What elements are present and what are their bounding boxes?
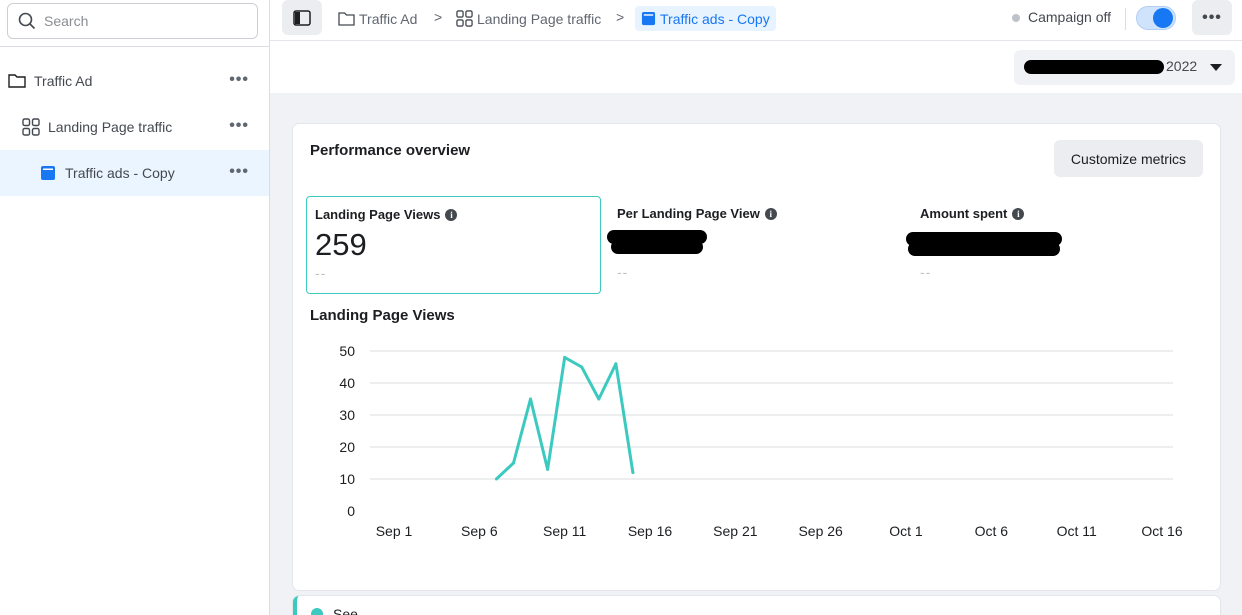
- y-tick-label: 30: [339, 407, 355, 423]
- metric-value: 259: [315, 227, 367, 262]
- data-point[interactable]: [580, 365, 584, 369]
- x-tick-label: Oct 16: [1141, 523, 1182, 539]
- breadcrumb-label: Landing Page traffic: [477, 10, 602, 27]
- data-point[interactable]: [511, 461, 515, 465]
- data-point[interactable]: [631, 471, 635, 475]
- breadcrumb-ad[interactable]: Traffic ads - Copy: [635, 6, 776, 31]
- main-content: Performance overview Customize metrics L…: [270, 93, 1242, 615]
- y-tick-label: 20: [339, 439, 355, 455]
- status-dot-icon: [1012, 14, 1020, 22]
- campaign-toggle[interactable]: [1136, 6, 1176, 30]
- data-point[interactable]: [563, 355, 567, 359]
- breadcrumb-ad-set[interactable]: Landing Page traffic: [456, 6, 601, 31]
- x-tick-label: Oct 11: [1057, 523, 1097, 539]
- x-tick-label: Sep 16: [628, 523, 673, 539]
- metric-label-text: Landing Page Views: [315, 207, 441, 222]
- date-range-year: 2022: [1166, 58, 1198, 74]
- sidebar: Traffic Ad ••• Landing Page traffic ••• …: [0, 0, 270, 615]
- customize-metrics-button[interactable]: Customize metrics: [1054, 140, 1203, 177]
- sidebar-panel-icon: [293, 9, 311, 26]
- ad-square-icon: [39, 164, 57, 182]
- metric-per-landing-page-view[interactable]: Per Landing Page View i --: [607, 196, 904, 294]
- sidebar-item-campaign[interactable]: Traffic Ad •••: [0, 58, 269, 104]
- top-bar: Traffic Ad > Landing Page traffic > Traf…: [270, 0, 1242, 41]
- sidebar-item-ad[interactable]: Traffic ads - Copy •••: [0, 150, 269, 196]
- y-tick-label: 0: [347, 503, 355, 519]
- date-range-select[interactable]: 2022: [1014, 50, 1235, 85]
- search-input[interactable]: [44, 13, 244, 29]
- metric-label: Landing Page Views i: [315, 207, 458, 222]
- toggle-sidebar-button[interactable]: [282, 0, 322, 35]
- metric-amount-spent[interactable]: Amount spent i --: [906, 196, 1207, 294]
- next-card-text: See: [333, 606, 358, 615]
- info-icon[interactable]: i: [764, 207, 777, 220]
- card-title: Performance overview: [310, 142, 471, 159]
- next-card: See: [293, 596, 1220, 615]
- x-tick-label: Sep 11: [543, 523, 587, 539]
- x-tick-label: Sep 6: [461, 523, 498, 539]
- sidebar-item-label: Traffic ads - Copy: [65, 165, 175, 181]
- sidebar-item-label: Traffic Ad: [34, 73, 93, 89]
- data-point[interactable]: [529, 397, 533, 401]
- breadcrumb-campaign[interactable]: Traffic Ad: [338, 6, 417, 31]
- data-point[interactable]: [494, 477, 498, 481]
- data-point[interactable]: [614, 362, 618, 366]
- redacted-value: [908, 242, 1060, 256]
- metric-comparison: --: [617, 264, 629, 280]
- breadcrumb-label: Traffic ads - Copy: [660, 10, 770, 27]
- metric-comparison: --: [315, 265, 327, 281]
- folder-icon: [338, 12, 355, 26]
- x-tick-label: Oct 6: [975, 523, 1009, 539]
- y-tick-label: 40: [339, 375, 355, 391]
- performance-card: Performance overview Customize metrics L…: [293, 124, 1220, 590]
- x-tick-label: Sep 21: [713, 523, 758, 539]
- search-icon: [18, 12, 36, 30]
- ad-set-grid-icon: [22, 118, 40, 136]
- metric-landing-page-views[interactable]: Landing Page Views i 259 --: [306, 196, 601, 294]
- breadcrumb-label: Traffic Ad: [359, 10, 418, 27]
- more-options-icon[interactable]: •••: [229, 72, 249, 88]
- sidebar-divider: [0, 46, 269, 47]
- x-tick-label: Oct 1: [889, 523, 923, 539]
- toggle-knob: [1153, 8, 1173, 28]
- caret-down-icon: [1210, 64, 1222, 71]
- info-icon[interactable]: i: [445, 208, 458, 221]
- chevron-right-icon: >: [616, 9, 625, 25]
- redacted-date: [1024, 60, 1164, 74]
- data-point[interactable]: [546, 467, 550, 471]
- data-point[interactable]: [597, 397, 601, 401]
- date-bar: 2022: [270, 41, 1242, 93]
- x-tick-label: Sep 1: [376, 523, 413, 539]
- more-options-button[interactable]: •••: [1192, 0, 1232, 35]
- series-line: [495, 355, 635, 481]
- metric-label: Amount spent i: [920, 206, 1025, 221]
- chart-title: Landing Page Views: [310, 307, 455, 324]
- folder-icon: [8, 72, 26, 90]
- status-dot-icon: [311, 608, 323, 615]
- redacted-value: [611, 240, 703, 254]
- ad-square-icon: [641, 11, 656, 26]
- search-box[interactable]: [7, 3, 258, 39]
- info-icon[interactable]: i: [1012, 207, 1025, 220]
- more-options-icon[interactable]: •••: [229, 164, 249, 180]
- metric-label-text: Per Landing Page View: [617, 206, 760, 221]
- metric-comparison: --: [920, 264, 932, 280]
- x-tick-label: Sep 26: [798, 523, 843, 539]
- more-options-icon[interactable]: •••: [229, 118, 249, 134]
- chevron-right-icon: >: [434, 9, 443, 25]
- line-chart: 0 10 20 30 40 50 Sep 1 Sep 6 Sep 11 Sep 16 Sep 21 S…: [339, 343, 1182, 539]
- y-tick-label: 50: [339, 343, 355, 359]
- sidebar-item-label: Landing Page traffic: [48, 119, 173, 135]
- divider: [1125, 8, 1126, 30]
- y-tick-label: 10: [339, 471, 355, 487]
- metric-label: Per Landing Page View i: [617, 206, 777, 221]
- sidebar-item-ad-set[interactable]: Landing Page traffic •••: [0, 104, 269, 150]
- ad-set-grid-icon: [456, 10, 473, 27]
- campaign-status: Campaign off: [1028, 9, 1112, 25]
- metric-label-text: Amount spent: [920, 206, 1008, 221]
